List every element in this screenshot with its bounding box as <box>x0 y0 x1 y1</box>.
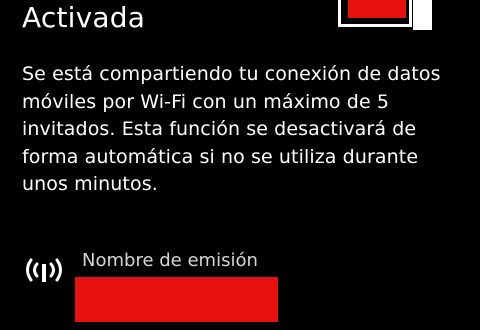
wifi-broadcast-icon <box>26 258 62 282</box>
hotspot-toggle-switch[interactable] <box>338 0 432 30</box>
toggle-track <box>338 0 412 27</box>
broadcast-name-value-redacted[interactable] <box>75 277 278 322</box>
hotspot-status-label: Activada <box>22 1 146 34</box>
toggle-thumb[interactable] <box>413 0 432 30</box>
hotspot-description: Se está compartiendo tu conexión de dato… <box>22 63 441 195</box>
toggle-fill <box>348 0 406 18</box>
broadcast-name-label: Nombre de emisión <box>82 250 258 271</box>
